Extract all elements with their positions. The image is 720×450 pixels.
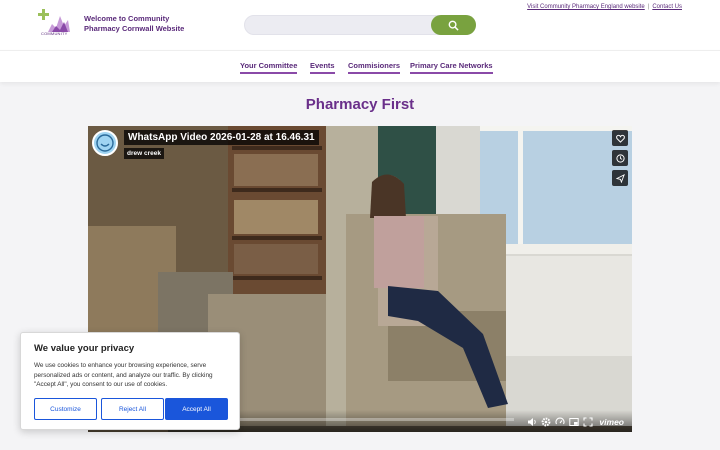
top-links: Visit Community Pharmacy England website…	[527, 4, 682, 10]
video-author[interactable]: drew creek	[124, 148, 164, 159]
nav-events[interactable]: Events	[310, 61, 335, 74]
clock-icon	[615, 153, 625, 163]
welcome-line-1: Welcome to Community	[84, 14, 170, 23]
logo-text: COMMUNITY	[41, 31, 68, 36]
volume-icon	[528, 418, 537, 426]
customize-button[interactable]: Customize	[34, 398, 97, 420]
like-button[interactable]	[612, 130, 628, 146]
welcome-line-2: Pharmacy Cornwall Website	[84, 24, 185, 33]
community-pharmacy-england-link[interactable]: Visit Community Pharmacy England website	[527, 4, 645, 10]
video-progress-bar[interactable]	[238, 418, 514, 421]
video-title[interactable]: WhatsApp Video 2026-01-28 at 16.46.31	[124, 130, 319, 145]
watch-later-button[interactable]	[612, 150, 628, 166]
fullscreen-button[interactable]	[583, 417, 593, 427]
nav-your-committee[interactable]: Your Committee	[240, 61, 298, 74]
page-title: Pharmacy First	[305, 96, 415, 113]
pip-button[interactable]	[569, 417, 580, 427]
fullscreen-icon	[583, 417, 593, 427]
cookie-banner: We value your privacy We use cookies to …	[20, 332, 240, 430]
speed-button[interactable]	[555, 417, 565, 427]
link-separator: |	[647, 4, 650, 10]
vimeo-logo[interactable]: vimeo	[599, 417, 624, 427]
cookie-heading: We value your privacy	[34, 343, 135, 354]
settings-icon	[542, 417, 551, 427]
contact-us-link[interactable]: Contact Us	[652, 4, 682, 10]
nav-primary-care-networks[interactable]: Primary Care Networks	[410, 61, 493, 74]
heart-icon	[615, 134, 625, 143]
reject-all-button[interactable]: Reject All	[101, 398, 164, 420]
send-icon	[615, 173, 625, 183]
uploader-avatar[interactable]	[92, 130, 118, 156]
speed-icon	[555, 417, 565, 425]
search-button[interactable]	[431, 15, 476, 35]
search-icon	[448, 20, 459, 31]
accept-all-button[interactable]: Accept All	[165, 398, 228, 420]
settings-button[interactable]	[541, 417, 551, 427]
smiley-icon	[96, 134, 114, 152]
welcome-text: Welcome to Community Pharmacy Cornwall W…	[84, 14, 194, 34]
site-header: COMMUNITY Welcome to Community Pharmacy …	[0, 0, 720, 50]
share-button[interactable]	[612, 170, 628, 186]
community-pharmacy-logo[interactable]	[38, 6, 74, 42]
volume-button[interactable]	[527, 417, 537, 427]
pip-icon	[569, 418, 580, 426]
nav-commisioners[interactable]: Commisioners	[348, 61, 401, 74]
video-control-buttons: vimeo	[527, 417, 624, 427]
cookie-body: We use cookies to enhance your browsing …	[34, 362, 213, 388]
main-nav: Your Committee Events Commisioners Prima…	[0, 50, 720, 82]
